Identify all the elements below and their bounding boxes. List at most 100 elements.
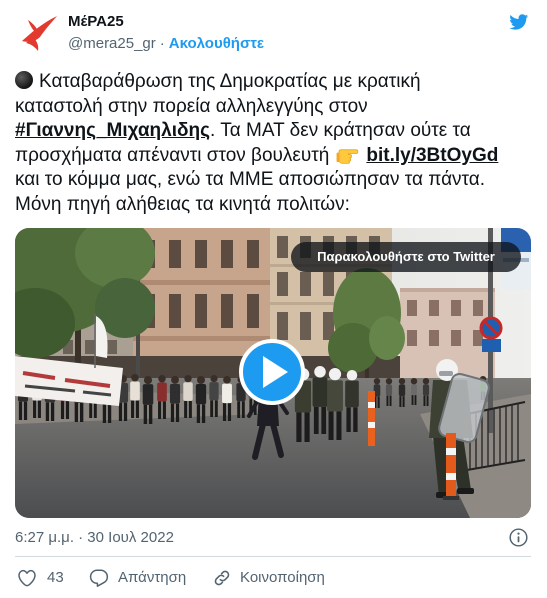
tree-right-shape	[369, 316, 405, 360]
building-window	[323, 272, 334, 296]
riot-police-officer-leg	[304, 412, 310, 442]
protester-head	[223, 376, 231, 384]
tweet-text-segment: προσχήματα απέναντι στον βουλευτή	[15, 144, 330, 166]
protester-leg	[196, 404, 201, 423]
riot-police-officer-leg	[328, 411, 334, 440]
distant-person-head	[422, 378, 430, 385]
share-button[interactable]: Κοινοποίηση	[212, 568, 325, 588]
riot-police-officer-leg	[346, 407, 351, 432]
tweet-text-line: καταστολή στην πορεία αλληλεγγύης στον	[15, 95, 498, 120]
hashtag-link[interactable]: #Γιαννης_Μιχαηλιδης	[15, 120, 210, 141]
tweet-text-line: προσχήματα απέναντι στον βουλευτή bit.ly…	[15, 144, 498, 169]
building-window	[195, 240, 207, 268]
distant-person-leg	[414, 395, 417, 405]
building-window	[277, 236, 288, 258]
protester-leg	[131, 400, 135, 418]
tweet-text: Καταβαράθρωση της Δημοκρατίας με κρατική…	[15, 70, 498, 218]
protester-leg	[162, 401, 166, 419]
protester-leg	[210, 400, 214, 417]
distant-person-head	[373, 378, 381, 385]
tweet-timestamp[interactable]: 6:27 μ.μ. · 30 Ιουλ 2022	[15, 528, 174, 548]
building-window	[277, 272, 288, 296]
protester-leg	[143, 404, 148, 424]
distant-person-leg	[411, 395, 414, 405]
heart-icon	[18, 569, 36, 587]
share-label: Κοινοποίηση	[240, 569, 325, 586]
divider	[15, 556, 531, 557]
building-window	[221, 240, 233, 268]
building-window	[247, 240, 259, 268]
protester-leg	[60, 401, 65, 419]
protester-torso	[183, 382, 193, 401]
protester-leg	[65, 401, 70, 419]
protester-leg	[102, 404, 107, 423]
building-window	[300, 312, 311, 340]
follow-link[interactable]: Ακολουθήστε	[169, 35, 264, 52]
protester-leg	[237, 401, 241, 418]
building-right-shape	[400, 288, 495, 292]
distant-person-head	[385, 378, 393, 385]
protester-leg	[79, 402, 84, 422]
orange-bollard-shape	[368, 422, 375, 428]
like-button[interactable]: 43	[17, 568, 64, 588]
building-window	[300, 272, 311, 296]
distant-person-leg	[399, 396, 402, 407]
building-window	[221, 294, 233, 328]
building-window	[169, 240, 181, 268]
distant-person-head	[398, 378, 406, 385]
avatar[interactable]	[19, 11, 59, 51]
building-window	[195, 294, 207, 328]
protester-leg	[107, 404, 112, 423]
url-link[interactable]: bit.ly/3BtOyGd	[366, 145, 498, 166]
protester-leg	[45, 402, 50, 421]
distant-person-leg	[423, 395, 426, 406]
watch-on-twitter-button[interactable]: Παρακολουθήστε στο Twitter	[291, 242, 521, 272]
traffic-cone-shape	[446, 433, 456, 498]
protester-leg	[18, 401, 23, 420]
protester-torso	[195, 383, 207, 405]
traffic-cone-shape	[443, 496, 459, 500]
reply-bubble-icon	[89, 569, 109, 587]
handle-row: @mera25_gr · Ακολουθήστε	[68, 34, 264, 54]
info-icon[interactable]	[508, 527, 529, 548]
protester-leg	[175, 403, 180, 422]
play-button[interactable]	[239, 339, 305, 405]
black-circle-emoji	[15, 71, 33, 89]
building-window	[473, 300, 483, 316]
account-name[interactable]: ΜέΡΑ25	[68, 12, 124, 32]
distant-person-torso	[411, 384, 417, 396]
video-player[interactable]: Παρακολουθήστε στο Twitter	[15, 228, 531, 518]
distant-person-leg	[426, 395, 429, 406]
orange-bollard-shape	[368, 391, 375, 446]
traffic-cone-shape	[446, 448, 456, 455]
building-window	[85, 340, 95, 354]
handle-separator: ·	[159, 35, 165, 52]
tweet-text-segment: και το κόμμα μας, ενώ τα ΜΜΕ αποσιώπησαν…	[15, 169, 486, 191]
building-window	[277, 312, 288, 340]
protester-leg	[89, 401, 93, 418]
account-handle[interactable]: @mera25_gr	[68, 35, 156, 52]
distant-person-head	[410, 378, 418, 385]
riot-police-officer-with-shield-shape	[439, 371, 453, 376]
building-window	[451, 330, 461, 346]
protester-leg	[148, 404, 153, 424]
protester-head	[143, 376, 153, 385]
reply-label: Απάντηση	[118, 569, 187, 586]
protester-leg	[23, 401, 28, 420]
reply-button[interactable]: Απάντηση	[89, 568, 186, 588]
tweet-text-line: και το κόμμα μας, ενώ τα ΜΜΕ αποσιώπησαν…	[15, 168, 498, 193]
tweet-text-line: Μόνη πηγή αλήθειας τα κινητά πολιτών:	[15, 193, 498, 218]
tweet-text-segment: καταστολή στην πορεία αλληλεγγύης στον	[15, 95, 368, 117]
protester-leg	[241, 401, 245, 418]
protester-leg	[135, 400, 139, 418]
protester-head	[210, 375, 218, 383]
protester-leg	[184, 400, 188, 418]
building-window	[451, 300, 461, 316]
protester-head	[197, 376, 205, 384]
twitter-bird-icon[interactable]	[507, 12, 530, 32]
protester-leg	[123, 402, 128, 421]
riot-police-officer-leg	[296, 412, 302, 442]
building-window	[247, 294, 259, 328]
protester-torso	[209, 382, 219, 401]
protester-torso	[130, 381, 140, 401]
